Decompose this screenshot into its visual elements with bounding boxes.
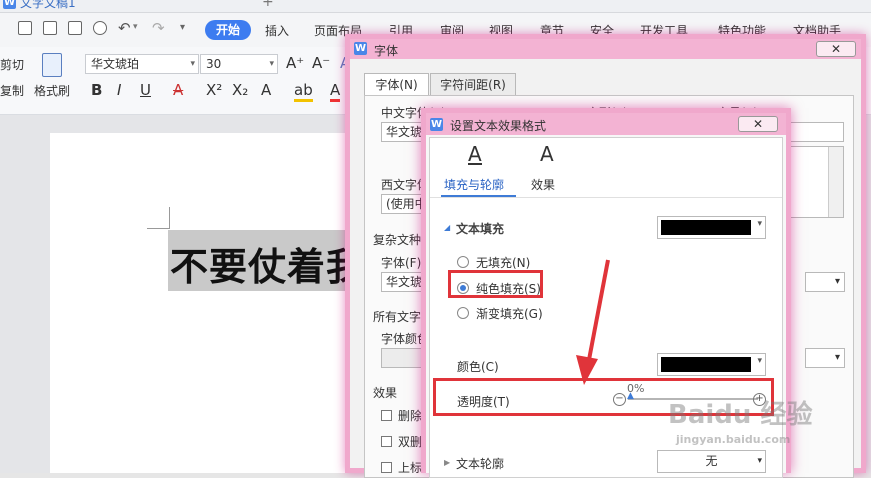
format-painter-button[interactable]: 格式刷 — [34, 82, 70, 99]
strikethrough-button[interactable]: A — [173, 81, 183, 99]
font-size-combo[interactable]: 30 ▾ — [200, 54, 278, 74]
shrink-font-button[interactable]: A⁻ — [312, 54, 330, 72]
font-dialog-titlebar: W 字体 ✕ — [350, 39, 861, 59]
font-size-value: 30 — [206, 57, 222, 71]
gradient-fill-label: 渐变填充(G) — [476, 307, 543, 321]
tab-char-spacing[interactable]: 字符间距(R) — [430, 73, 516, 95]
tab-font[interactable]: 字体(N) — [364, 73, 429, 95]
text-effect-button[interactable]: A — [261, 81, 271, 99]
decrease-transparency-icon[interactable]: − — [613, 393, 626, 406]
customize-dropdown-icon[interactable]: ▾ — [180, 22, 185, 33]
title-strip: W 文字文稿1 + — [0, 0, 871, 13]
chevron-down-icon: ▾ — [834, 352, 840, 363]
outline-value: 无 — [705, 454, 718, 468]
close-button[interactable]: ✕ — [738, 116, 778, 132]
chevron-down-icon: ▾ — [834, 276, 840, 287]
watermark-brand: Baidu 经验 — [668, 400, 813, 430]
watermark-url: jingyan.baidu.com — [676, 433, 791, 446]
document-text[interactable]: 不要仗着我 — [170, 236, 365, 291]
font-color-button[interactable]: A — [330, 81, 341, 102]
undo-icon[interactable]: ↶ — [118, 19, 131, 37]
text-effect-titlebar: W 设置文本效果格式 ✕ — [426, 113, 786, 135]
complex-font-combo[interactable]: 华文琥珀 — [381, 272, 426, 292]
redo-icon[interactable]: ↷ — [152, 19, 165, 37]
chevron-down-icon: ▾ — [757, 219, 762, 229]
chevron-down-icon: ▾ — [269, 59, 274, 69]
tab-insert[interactable]: 插入 — [265, 22, 289, 39]
font-name-value: 华文琥珀 — [91, 57, 140, 71]
undo-dropdown-icon[interactable]: ▾ — [133, 22, 138, 32]
all-text-section-label: 所有文字 — [373, 310, 422, 324]
tab-home[interactable]: 开始 — [205, 20, 251, 40]
strikethrough-checkbox[interactable] — [381, 410, 392, 421]
close-button[interactable]: ✕ — [816, 41, 856, 57]
wps-logo-icon: W — [354, 42, 367, 55]
effects-icon: A — [540, 142, 554, 166]
superscript-label: 上标 — [398, 461, 423, 475]
outline-combo[interactable]: 无 ▾ — [657, 450, 766, 473]
superscript-button[interactable]: X² — [206, 81, 222, 99]
italic-button[interactable]: I — [117, 81, 121, 99]
bold-button[interactable]: B — [91, 81, 102, 99]
collapsed-caret-icon[interactable]: ▶ — [444, 458, 450, 467]
print-icon[interactable] — [68, 21, 82, 35]
no-fill-radio[interactable] — [457, 256, 469, 268]
superscript-checkbox[interactable] — [381, 462, 392, 473]
text-fill-header[interactable]: 文本填充 — [456, 220, 504, 237]
font-dialog-title: 字体 — [374, 44, 399, 58]
color-combo[interactable]: ▾ — [657, 353, 766, 376]
fill-outline-icon: A — [468, 142, 482, 166]
highlight-button[interactable]: ab — [294, 81, 313, 102]
wps-logo-icon: W — [430, 118, 443, 131]
tab-effects[interactable]: 效果 — [531, 176, 555, 193]
export-pdf-icon[interactable] — [43, 21, 57, 35]
crop-mark — [169, 207, 170, 229]
underline-color-combo[interactable]: ▾ — [805, 348, 845, 368]
expand-caret-icon[interactable]: ◢ — [444, 223, 450, 232]
western-font-combo[interactable]: (使用中文字体) — [381, 194, 426, 214]
document-page[interactable] — [50, 133, 360, 473]
print-preview-icon[interactable] — [93, 21, 107, 35]
scrollbar[interactable] — [828, 147, 843, 217]
color-swatch — [661, 357, 751, 372]
complex-section-label: 复杂文种 — [373, 233, 422, 247]
new-tab-button[interactable]: + — [262, 0, 274, 10]
chevron-down-icon: ▾ — [757, 356, 762, 366]
doc-tab-title[interactable]: 文字文稿1 — [20, 0, 76, 11]
grow-font-button[interactable]: A⁺ — [286, 54, 304, 72]
font-color-combo[interactable] — [381, 348, 426, 368]
cut-button[interactable]: 剪切 — [0, 56, 24, 73]
save-icon[interactable] — [18, 21, 32, 35]
annotation-arrow — [576, 259, 610, 385]
transparency-value: 0% — [627, 382, 645, 395]
gradient-fill-radio[interactable] — [457, 307, 469, 319]
format-painter-icon[interactable] — [42, 53, 62, 77]
divider — [430, 197, 782, 198]
underline-button[interactable]: U — [140, 81, 151, 99]
copy-button[interactable]: 复制 — [0, 82, 24, 99]
effects-section-label: 效果 — [373, 386, 398, 400]
crop-mark — [147, 228, 170, 229]
subscript-button[interactable]: X₂ — [232, 81, 248, 99]
wps-logo-icon: W — [3, 0, 16, 9]
chinese-font-combo[interactable]: 华文琥珀 — [381, 122, 426, 142]
tab-fill-outline[interactable]: 填充与轮廓 — [444, 176, 504, 193]
highlight-box — [448, 270, 543, 298]
no-fill-label: 无填充(N) — [476, 256, 531, 270]
text-fill-color-combo[interactable]: ▾ — [657, 216, 766, 239]
text-effect-title: 设置文本效果格式 — [450, 119, 547, 133]
complex-font-label: 字体(F): — [381, 256, 426, 270]
complex-size-combo[interactable]: ▾ — [805, 272, 845, 292]
transparency-label: 透明度(T) — [457, 395, 510, 409]
font-name-combo[interactable]: 华文琥珀 ▾ — [85, 54, 199, 74]
text-outline-header[interactable]: 文本轮廓 — [456, 455, 504, 472]
double-strikethrough-checkbox[interactable] — [381, 436, 392, 447]
color-swatch — [661, 220, 751, 235]
chevron-down-icon: ▾ — [190, 59, 195, 69]
color-label: 颜色(C) — [457, 360, 499, 374]
chevron-down-icon: ▾ — [757, 456, 762, 466]
